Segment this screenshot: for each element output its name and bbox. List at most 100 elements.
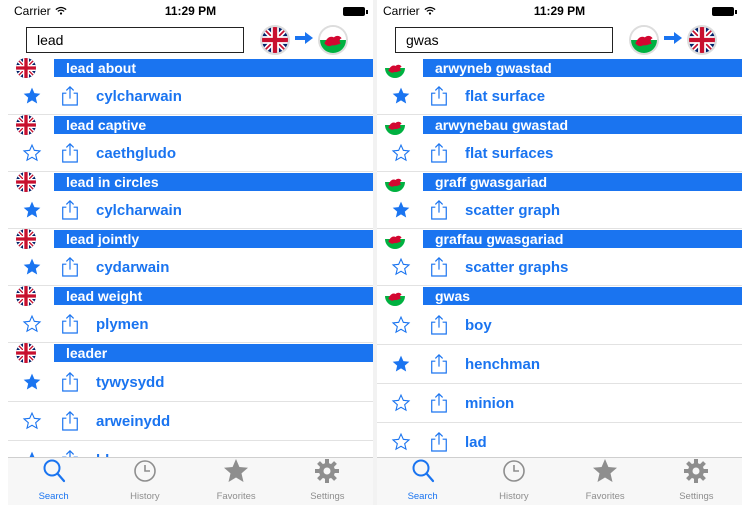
translation-word[interactable]: arweinydd [96,413,170,430]
share-icon[interactable] [429,314,449,336]
share-icon[interactable] [429,85,449,107]
translation-word[interactable]: scatter graph [465,202,560,219]
translation-word[interactable]: caethgludo [96,145,176,162]
entry-header-label: leader [54,344,373,362]
wales-flag-icon [385,115,405,135]
list-item[interactable]: arweinydd [8,402,373,441]
star-outline-icon[interactable] [391,432,411,452]
tab-search[interactable]: Search [8,458,99,505]
battery-icon [712,6,737,16]
tab-search[interactable]: Search [377,458,468,505]
translation-word[interactable]: cylcharwain [96,202,182,219]
tab-history[interactable]: History [468,458,559,505]
star-outline-icon[interactable] [391,393,411,413]
list-item[interactable]: cylcharwain [8,192,373,229]
star-filled-icon[interactable] [391,86,411,106]
results-list[interactable]: lead about cylcharwain lead captive caet… [8,58,373,480]
share-icon[interactable] [429,142,449,164]
share-icon[interactable] [60,85,80,107]
star-outline-icon[interactable] [391,143,411,163]
entry-header-label: lead jointly [54,230,373,248]
translation-word[interactable]: scatter graphs [465,259,568,276]
entry-header: graffau gwasgariad [377,229,742,249]
status-time: 11:29 PM [164,4,217,18]
wales-flag-icon [385,172,405,192]
translation-word[interactable]: flat surface [465,88,545,105]
uk-flag-icon [16,172,36,192]
tab-favorites[interactable]: Favorites [560,458,651,505]
entry-header-label: gwas [423,287,742,305]
tab-favorites[interactable]: Favorites [191,458,282,505]
status-bar: Carrier 11:29 PM [8,0,373,22]
tab-history[interactable]: History [99,458,190,505]
star-filled-icon[interactable] [22,257,42,277]
share-icon[interactable] [60,256,80,278]
uk-flag-icon [687,25,717,55]
translation-word[interactable]: lad [465,434,487,451]
clock-icon [131,457,159,490]
share-icon[interactable] [60,199,80,221]
list-item[interactable]: scatter graph [377,192,742,229]
arrow-right-icon [294,31,314,50]
wales-flag-icon [385,286,405,306]
search-row: gwas [377,22,742,58]
list-item[interactable]: cydarwain [8,249,373,286]
share-icon[interactable] [60,142,80,164]
list-item[interactable]: plymen [8,306,373,343]
star-filled-icon[interactable] [391,354,411,374]
star-filled-icon[interactable] [22,372,42,392]
entry-header: lead captive [8,115,373,135]
share-icon[interactable] [60,371,80,393]
star-outline-icon[interactable] [22,314,42,334]
entry-header-label: graff gwasgariad [423,173,742,191]
list-item[interactable]: minion [377,384,742,423]
translation-word[interactable]: cylcharwain [96,88,182,105]
share-icon[interactable] [429,353,449,375]
list-item[interactable]: tywysydd [8,363,373,402]
share-icon[interactable] [429,256,449,278]
entry-header-label: lead captive [54,116,373,134]
star-outline-icon[interactable] [391,315,411,335]
list-item[interactable]: flat surfaces [377,135,742,172]
star-outline-icon[interactable] [22,143,42,163]
entry-header: arwynebau gwastad [377,115,742,135]
star-filled-icon[interactable] [22,86,42,106]
gear-icon [682,457,710,490]
results-list[interactable]: arwyneb gwastad flat surface arwynebau g… [377,58,742,462]
search-input[interactable]: lead [26,27,244,53]
status-time: 11:29 PM [533,4,586,18]
entry-header: lead in circles [8,172,373,192]
share-icon[interactable] [429,431,449,453]
translation-word[interactable]: plymen [96,316,149,333]
share-icon[interactable] [60,410,80,432]
list-item[interactable]: caethgludo [8,135,373,172]
list-item[interactable]: scatter graphs [377,249,742,286]
translation-word[interactable]: tywysydd [96,374,164,391]
star-filled-icon[interactable] [22,200,42,220]
translation-word[interactable]: cydarwain [96,259,169,276]
tab-label: History [499,491,529,502]
list-item[interactable]: cylcharwain [8,78,373,115]
list-item[interactable]: boy [377,306,742,345]
uk-flag-icon [16,229,36,249]
list-item[interactable]: henchman [377,345,742,384]
language-direction-toggle[interactable] [629,25,717,55]
entry-header-label: arwyneb gwastad [423,59,742,77]
tab-settings[interactable]: Settings [651,458,742,505]
share-icon[interactable] [429,199,449,221]
star-outline-icon[interactable] [22,411,42,431]
tab-settings[interactable]: Settings [282,458,373,505]
share-icon[interactable] [429,392,449,414]
translation-word[interactable]: boy [465,317,492,334]
language-direction-toggle[interactable] [260,25,348,55]
translation-word[interactable]: minion [465,395,514,412]
translation-word[interactable]: flat surfaces [465,145,553,162]
search-icon [40,457,68,490]
entry-header-label: lead weight [54,287,373,305]
share-icon[interactable] [60,313,80,335]
translation-word[interactable]: henchman [465,356,540,373]
star-filled-icon[interactable] [391,200,411,220]
list-item[interactable]: flat surface [377,78,742,115]
search-input[interactable]: gwas [395,27,613,53]
star-outline-icon[interactable] [391,257,411,277]
